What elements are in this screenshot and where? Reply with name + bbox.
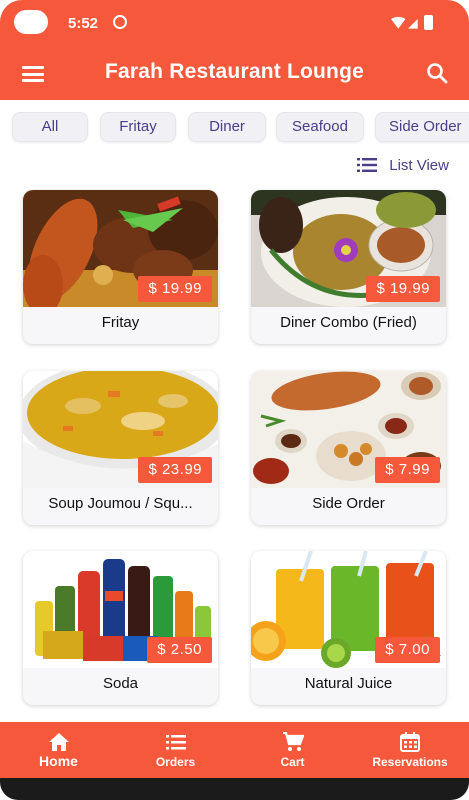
app-bar: Farah Restaurant Lounge: [0, 46, 469, 100]
nav-cart[interactable]: Cart: [234, 722, 351, 778]
nav-home[interactable]: Home: [0, 722, 117, 778]
price-badge: $ 7.99: [375, 457, 440, 483]
menu-item-card[interactable]: $ 7.99 Side Order: [251, 371, 446, 525]
cart-icon: [282, 732, 304, 751]
menu-item-card[interactable]: $ 2.50 Soda: [23, 551, 218, 705]
chip-diner[interactable]: Diner: [188, 112, 266, 142]
price-badge: $ 19.99: [138, 276, 212, 302]
nav-orders-label: Orders: [155, 755, 196, 769]
item-name: Side Order: [312, 495, 385, 512]
category-chips: All Fritay Diner Seafood Side Order: [0, 112, 469, 144]
price-badge: $ 23.99: [138, 457, 212, 483]
chip-side-order[interactable]: Side Order: [375, 112, 469, 142]
item-name: Fritay: [101, 314, 140, 331]
bottom-navigation: Home Orders Cart Reservations: [0, 722, 469, 778]
notification-icon: [113, 15, 127, 29]
nav-cart-label: Cart: [280, 755, 305, 769]
nav-reservations[interactable]: Reservations: [351, 722, 469, 778]
camera-cutout: [14, 10, 48, 34]
price-badge: $ 7.00: [375, 637, 440, 663]
home-icon: [48, 733, 69, 751]
signal-wifi-icon: [391, 16, 418, 29]
system-navigation-bar: [0, 778, 469, 800]
list-view-toggle[interactable]: List View: [357, 154, 449, 176]
menu-item-card[interactable]: $ 19.99 Fritay: [23, 190, 218, 344]
item-name: Natural Juice: [304, 675, 393, 692]
chip-seafood[interactable]: Seafood: [276, 112, 364, 142]
list-icon: [165, 735, 186, 750]
price-badge: $ 2.50: [147, 637, 212, 663]
list-icon: [357, 158, 378, 172]
nav-reservations-label: Reservations: [372, 755, 448, 769]
nav-home-label: Home: [39, 753, 78, 769]
menu-item-card[interactable]: $ 23.99 Soup Joumou / Squ...: [23, 371, 218, 525]
status-bar: 5:52: [0, 0, 469, 46]
nav-orders[interactable]: Orders: [117, 722, 234, 778]
calendar-icon: [400, 732, 420, 752]
chip-all[interactable]: All: [12, 112, 88, 142]
status-time: 5:52: [68, 15, 99, 32]
chip-fritay[interactable]: Fritay: [100, 112, 176, 142]
menu-item-card[interactable]: $ 7.00 Natural Juice: [251, 551, 446, 705]
list-view-label: List View: [389, 156, 449, 174]
item-name: Soup Joumou / Squ...: [48, 495, 193, 512]
item-name: Diner Combo (Fried): [280, 314, 417, 331]
menu-item-card[interactable]: $ 19.99 Diner Combo (Fried): [251, 190, 446, 344]
search-icon[interactable]: [425, 61, 449, 85]
page-title: Farah Restaurant Lounge: [105, 60, 364, 83]
item-name: Soda: [102, 675, 139, 692]
price-badge: $ 19.99: [366, 276, 440, 302]
battery-icon: [424, 15, 433, 30]
